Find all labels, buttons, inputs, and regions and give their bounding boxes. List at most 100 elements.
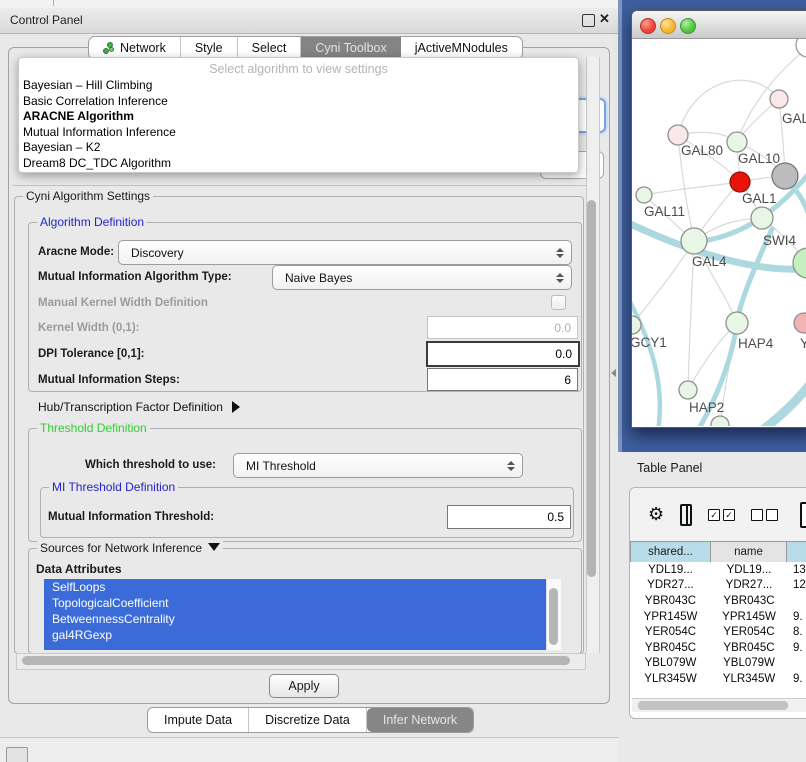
tab-network[interactable]: Network <box>89 37 181 59</box>
table-row[interactable]: YBR045CYBR045C9. <box>630 640 806 656</box>
table-row[interactable]: YLR345WYLR345W9. <box>630 671 806 686</box>
algorithm-option-basic-correlation-inference[interactable]: Basic Correlation Inference <box>23 94 574 110</box>
data-attributes-list[interactable]: SelfLoopsTopologicalCoefficientBetweenne… <box>44 579 546 650</box>
mi-steps-label: Mutual Information Steps: <box>38 374 180 386</box>
tab-style[interactable]: Style <box>181 37 238 59</box>
network-node[interactable] <box>711 416 729 426</box>
zoom-traffic-light-icon[interactable] <box>680 18 696 34</box>
network-node[interactable] <box>772 163 798 189</box>
aracne-mode-combobox[interactable]: Discovery <box>118 240 572 265</box>
network-node-y[interactable] <box>794 313 806 333</box>
mi-threshold-title: MI Threshold Definition <box>49 480 178 494</box>
attribute-item-gal4rgexp[interactable]: gal4RGexp <box>44 627 546 643</box>
algorithm-option-mutual-information-inference[interactable]: Mutual Information Inference <box>23 125 574 141</box>
network-window-titlebar[interactable] <box>632 11 806 39</box>
network-node-gal80[interactable] <box>668 125 688 145</box>
table-cell: YER054C <box>711 624 787 640</box>
manual-kernel-checkbox[interactable] <box>551 295 566 310</box>
pane-resize-handle-icon[interactable] <box>611 369 616 377</box>
network-node-hap2[interactable] <box>679 381 697 399</box>
hub-definition-label: Hub/Transcription Factor Definition <box>38 400 223 414</box>
which-threshold-label: Which threshold to use: <box>85 459 216 471</box>
table-row[interactable]: YPR145WYPR145W9. <box>630 609 806 625</box>
apply-button[interactable]: Apply <box>269 674 339 698</box>
dpi-tolerance-field[interactable]: 0.0 <box>426 341 580 367</box>
bottom-tab-infer-network[interactable]: Infer Network <box>367 708 473 732</box>
data-attributes-label: Data Attributes <box>36 562 122 576</box>
attribute-item-topologicalcoefficient[interactable]: TopologicalCoefficient <box>44 595 546 611</box>
table-hscrollbar-track[interactable] <box>632 698 806 712</box>
table-cell: YPR145W <box>711 609 787 625</box>
mi-type-value: Naive Bayes <box>273 271 549 285</box>
table-cell: YBR045C <box>711 640 787 656</box>
node-label-gal80: GAL80 <box>681 143 723 158</box>
kernel-width-field[interactable]: 0.0 <box>427 316 578 339</box>
table-cell: YBR043C <box>711 593 787 609</box>
expanded-arrow-icon <box>208 543 220 551</box>
close-icon[interactable]: ✕ <box>599 11 610 27</box>
table-row[interactable]: YER054CYER054C8. <box>630 624 806 640</box>
algorithm-option-bayesian-k2[interactable]: Bayesian – K2 <box>23 140 574 156</box>
table-cell: YDR27... <box>630 578 711 594</box>
bottom-tab-impute-data[interactable]: Impute Data <box>148 708 249 732</box>
network-node-gal1[interactable] <box>751 207 773 229</box>
attribute-item-selfloops[interactable]: SelfLoops <box>44 579 546 595</box>
table-cell: YBL079W <box>711 656 787 672</box>
threshold-definition-title: Threshold Definition <box>37 421 150 435</box>
float-window-icon[interactable] <box>582 14 595 27</box>
minimize-traffic-light-icon[interactable] <box>660 18 676 34</box>
new-table-icon[interactable] <box>800 502 806 528</box>
table-hscrollbar-thumb[interactable] <box>638 701 788 710</box>
network-node-gal4[interactable] <box>681 228 707 254</box>
network-node-gal[interactable] <box>770 90 788 108</box>
table-row[interactable]: YBR043CYBR043C <box>630 593 806 609</box>
split-columns-icon[interactable] <box>680 504 692 526</box>
settings-vscrollbar-thumb[interactable] <box>587 200 596 577</box>
network-node[interactable] <box>730 172 750 192</box>
collapsed-arrow-icon <box>232 401 240 413</box>
mi-type-combobox[interactable]: Naive Bayes <box>272 265 572 290</box>
hub-definition-toggle[interactable]: Hub/Transcription Factor Definition <box>38 400 240 414</box>
table-cell: 9. <box>787 671 806 686</box>
attributes-scrollbar-thumb[interactable] <box>549 588 558 645</box>
select-all-columns-icon[interactable]: ✓✓ <box>708 509 735 521</box>
which-threshold-combobox[interactable]: MI Threshold <box>233 453 523 478</box>
tab-select[interactable]: Select <box>238 37 302 59</box>
column-header-shared[interactable]: shared... <box>630 541 711 563</box>
mi-threshold-field[interactable]: 0.5 <box>447 505 571 529</box>
algorithm-option-dream8-dc-tdc-algorithm[interactable]: Dream8 DC_TDC Algorithm <box>23 156 574 172</box>
minimized-panel-button[interactable] <box>6 747 28 762</box>
unselect-all-columns-icon[interactable] <box>751 509 778 521</box>
sources-title: Sources for Network Inference <box>40 541 202 555</box>
gear-icon[interactable]: ⚙ <box>648 504 664 525</box>
network-node-gal10[interactable] <box>727 132 747 152</box>
table-panel-title: Table Panel <box>637 461 702 475</box>
bottom-tab-discretize-data[interactable]: Discretize Data <box>249 708 367 732</box>
attribute-item-partial[interactable] <box>44 643 546 650</box>
table-cell: YBR043C <box>630 593 711 609</box>
algorithm-option-bayesian-hill-climbing[interactable]: Bayesian – Hill Climbing <box>23 78 574 94</box>
settings-hscrollbar-thumb[interactable] <box>22 656 570 665</box>
table-cell <box>787 656 806 672</box>
column-header-item[interactable] <box>787 541 806 563</box>
attribute-item-betweennesscentrality[interactable]: BetweennessCentrality <box>44 611 546 627</box>
network-node[interactable] <box>793 248 806 278</box>
table-row[interactable]: YBL079WYBL079W <box>630 656 806 672</box>
tab-jactivemnodules[interactable]: jActiveMNodules <box>401 37 522 59</box>
algorithm-option-aracne-algorithm[interactable]: ARACNE Algorithm <box>23 109 574 125</box>
combobox-arrows-icon <box>500 461 522 471</box>
network-canvas[interactable]: GALGAL80GAL10GAL1GAL11GAL4SWI4GCY1HAP4YH… <box>632 39 806 426</box>
column-header-name[interactable]: name <box>711 541 787 563</box>
network-node[interactable] <box>796 39 806 57</box>
mi-steps-field[interactable]: 6 <box>427 368 578 391</box>
close-traffic-light-icon[interactable] <box>640 18 656 34</box>
table-row[interactable]: YDR27...YDR27...12 <box>630 578 806 594</box>
table-row[interactable]: YDL19...YDL19...13 <box>630 562 806 578</box>
sources-toggle[interactable]: Sources for Network Inference <box>37 541 223 555</box>
network-node-gal11[interactable] <box>636 187 652 203</box>
application-window: Control Panel ✕ NetworkStyleSelectCyni T… <box>0 0 806 762</box>
table-rows: YDL19...YDL19...13YDR27...YDR27...12YBR0… <box>630 562 806 686</box>
tab-cyni-toolbox[interactable]: Cyni Toolbox <box>301 37 400 59</box>
network-node-hap4[interactable] <box>726 312 748 334</box>
table-cell: YDR27... <box>711 578 787 594</box>
